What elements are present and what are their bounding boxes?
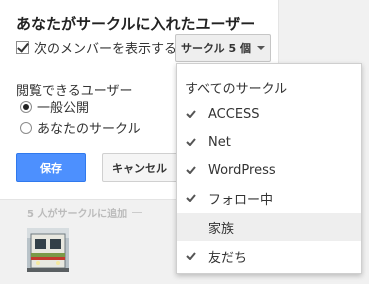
show-members-checkbox[interactable] bbox=[16, 41, 29, 54]
radio-public-button[interactable] bbox=[20, 100, 32, 113]
menu-item-following[interactable]: フォロー中 bbox=[177, 184, 361, 212]
check-icon bbox=[186, 252, 196, 260]
menu-item-label: ACCESS bbox=[208, 106, 260, 122]
radio-your-circles-label: あなたのサークル bbox=[37, 122, 141, 137]
menu-item-label: 友だち bbox=[208, 250, 248, 266]
menu-item-all-circles[interactable]: すべてのサークル bbox=[185, 78, 287, 97]
menu-item-label: フォロー中 bbox=[208, 192, 274, 208]
avatar[interactable] bbox=[27, 228, 69, 272]
save-button[interactable]: 保存 bbox=[16, 153, 86, 182]
menu-item-label: 家族 bbox=[208, 221, 235, 237]
radio-public[interactable]: 一般公開 bbox=[20, 97, 89, 116]
radio-your-circles-button[interactable] bbox=[20, 121, 32, 134]
menu-item-friends[interactable]: 友だち bbox=[177, 242, 361, 270]
check-icon bbox=[186, 166, 196, 174]
menu-item-net[interactable]: Net bbox=[177, 128, 361, 156]
train-photo-icon bbox=[27, 228, 69, 272]
circles-menu: すべてのサークル ACCESS Net WordPress フォロー中 家族 友… bbox=[176, 63, 362, 274]
menu-item-family[interactable]: 家族 bbox=[177, 213, 361, 241]
dialog-title: あなたがサークルに入れたユーザー bbox=[16, 15, 256, 33]
circles-button-label: サークル 5 個 bbox=[181, 42, 251, 55]
added-to-circles-text: 5 人がサークルに追加 bbox=[27, 209, 128, 220]
check-icon bbox=[186, 110, 196, 118]
show-members-label: 次のメンバーを表示する bbox=[34, 42, 178, 57]
menu-item-access[interactable]: ACCESS bbox=[177, 100, 361, 128]
added-to-circles-label: 5 人がサークルに追加 bbox=[27, 205, 143, 220]
show-members-option[interactable]: 次のメンバーを表示する bbox=[16, 38, 177, 57]
radio-public-label: 一般公開 bbox=[37, 101, 90, 116]
chevron-down-icon bbox=[256, 46, 265, 50]
menu-item-label: WordPress bbox=[208, 162, 276, 178]
check-icon bbox=[186, 194, 196, 202]
divider bbox=[132, 212, 143, 213]
circles-dropdown-button[interactable]: サークル 5 個 bbox=[175, 34, 271, 62]
menu-item-wordpress[interactable]: WordPress bbox=[177, 156, 361, 184]
radio-your-circles[interactable]: あなたのサークル bbox=[20, 118, 141, 137]
check-icon bbox=[186, 138, 196, 146]
menu-item-label: Net bbox=[208, 134, 231, 150]
